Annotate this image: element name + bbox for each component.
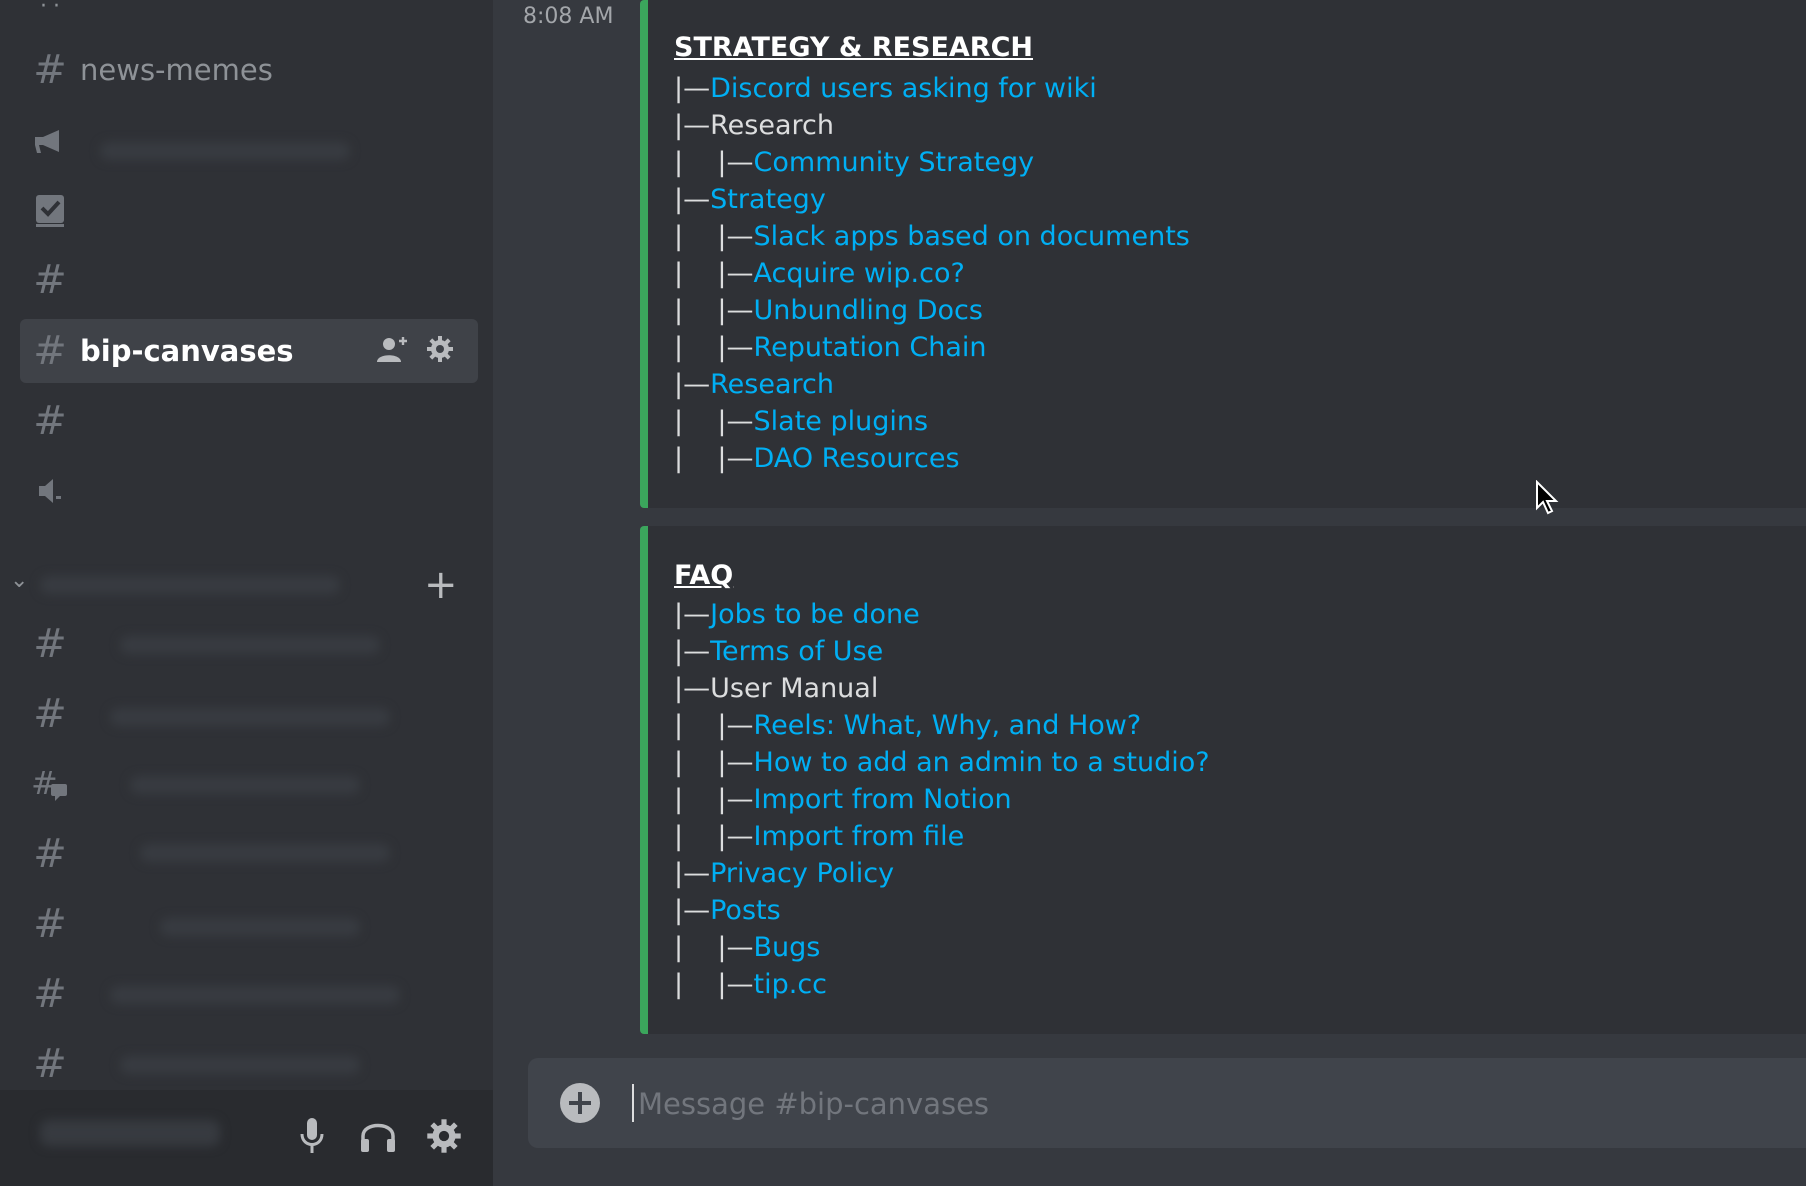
hash-icon: # — [33, 1041, 67, 1087]
tree-item[interactable]: | |— Unbundling Docs — [674, 292, 983, 329]
hidden-channel-name — [110, 708, 390, 726]
tree-item[interactable]: |— Strategy — [674, 181, 826, 218]
tree-item[interactable]: |— Discord users asking for wiki — [674, 70, 1097, 107]
tree-item[interactable]: |— Privacy Policy — [674, 855, 894, 892]
user-settings-gear-icon[interactable] — [420, 1112, 468, 1160]
hash-chat-icon: # — [20, 766, 80, 802]
channel-news-memes[interactable]: # news-memes — [20, 38, 478, 102]
tree-item[interactable]: | |— Acquire wip.co? — [674, 255, 965, 292]
channel-name: news-memes — [80, 53, 273, 87]
channel-announcements[interactable] — [20, 110, 478, 174]
chevron-down-icon: ⌄ — [10, 568, 29, 593]
tree-item[interactable]: |— Jobs to be done — [674, 596, 920, 633]
tree-item[interactable]: | |— How to add an admin to a studio? — [674, 744, 1210, 781]
microphone-icon[interactable] — [288, 1112, 336, 1160]
tree-item: |— Research — [674, 110, 834, 141]
channel-tasks[interactable] — [20, 178, 478, 242]
tree-item: |— User Manual — [674, 673, 879, 704]
message-composer — [528, 1058, 1806, 1148]
tree-item[interactable]: | |— Bugs — [674, 929, 820, 966]
channel-bip-canvases[interactable]: # bip-canvases — [20, 319, 478, 383]
channel-hidden-8[interactable]: # — [20, 1032, 478, 1096]
hash-icon: # — [33, 621, 67, 667]
hash-icon: # — [33, 971, 67, 1017]
embed-strategy-research: STRATEGY & RESEARCH |— Discord users aski… — [640, 0, 1806, 508]
tree-item[interactable]: | |— Import from file — [674, 818, 964, 855]
voice-channel-hidden[interactable] — [20, 459, 478, 523]
hash-icon: # — [33, 398, 67, 444]
embed-faq: FAQ |— Jobs to be done |— Terms of Use |— U… — [640, 526, 1806, 1034]
headphones-icon[interactable] — [354, 1112, 402, 1160]
tree-item[interactable]: | |— Import from Notion — [674, 781, 1012, 818]
channel-hidden-forum[interactable]: # — [20, 752, 478, 816]
scroll-indicator: ·· — [40, 0, 66, 19]
tree-item[interactable]: | |— Slate plugins — [674, 403, 928, 440]
invite-member-icon[interactable] — [376, 334, 410, 368]
channel-sidebar: ·· # news-memes # # bip-canvases # ⌄ + #… — [0, 0, 493, 1186]
tree-item[interactable]: | |— Slack apps based on documents — [674, 218, 1190, 255]
tree-item[interactable]: |— Research — [674, 366, 834, 403]
embed-title: FAQ — [674, 560, 734, 591]
channel-hidden-1[interactable]: # — [20, 248, 478, 312]
text-caret — [632, 1084, 634, 1122]
hash-icon: # — [33, 691, 67, 737]
channel-hidden-4[interactable]: # — [20, 682, 478, 746]
create-channel-button[interactable]: + — [424, 560, 458, 610]
message-timestamp: 8:08 AM — [523, 4, 614, 29]
message-input[interactable] — [636, 1076, 1740, 1132]
tree-item[interactable]: |— Terms of Use — [674, 633, 883, 670]
channel-name: bip-canvases — [80, 334, 294, 368]
tree-item[interactable]: | |— Reels: What, Why, and How? — [674, 707, 1141, 744]
hidden-channel-name — [120, 636, 380, 654]
tree-item[interactable]: | |— Reputation Chain — [674, 329, 987, 366]
channel-hidden-7[interactable]: # — [20, 962, 478, 1026]
tree-item[interactable]: | |— DAO Resources — [674, 440, 960, 477]
channel-hidden-3[interactable]: # — [20, 612, 478, 676]
chat-area: 8:08 AM STRATEGY & RESEARCH |— Discord us… — [493, 0, 1806, 1186]
hash-icon: # — [33, 831, 67, 877]
channel-hidden-6[interactable]: # — [20, 892, 478, 956]
attach-plus-button[interactable] — [558, 1081, 602, 1125]
hash-icon: # — [33, 901, 67, 947]
channel-hidden-5[interactable]: # — [20, 822, 478, 886]
hash-icon: # — [33, 257, 67, 303]
hidden-username — [40, 1120, 220, 1146]
hidden-channel-name — [130, 776, 360, 794]
checkbox-icon — [20, 193, 80, 227]
speaker-icon — [20, 476, 80, 506]
megaphone-icon — [20, 128, 80, 156]
user-panel — [0, 1090, 493, 1186]
hash-icon: # — [33, 328, 67, 374]
channel-hidden-2[interactable]: # — [20, 389, 478, 453]
hidden-category-name — [40, 576, 340, 594]
channel-category[interactable]: ⌄ + — [0, 560, 480, 610]
hash-icon: # — [33, 47, 67, 93]
tree-item[interactable]: | |— Community Strategy — [674, 144, 1034, 181]
hidden-channel-name — [120, 1056, 360, 1074]
hidden-channel-name — [140, 844, 390, 862]
hidden-channel-name — [110, 986, 400, 1004]
channel-settings-gear-icon[interactable] — [426, 335, 454, 367]
mouse-pointer-icon — [1535, 479, 1561, 520]
embed-title: STRATEGY & RESEARCH — [674, 32, 1034, 63]
hidden-channel-name — [100, 142, 350, 160]
tree-item[interactable]: | |— tip.cc — [674, 966, 827, 1003]
hidden-channel-name — [160, 918, 360, 936]
tree-item[interactable]: |— Posts — [674, 892, 781, 929]
